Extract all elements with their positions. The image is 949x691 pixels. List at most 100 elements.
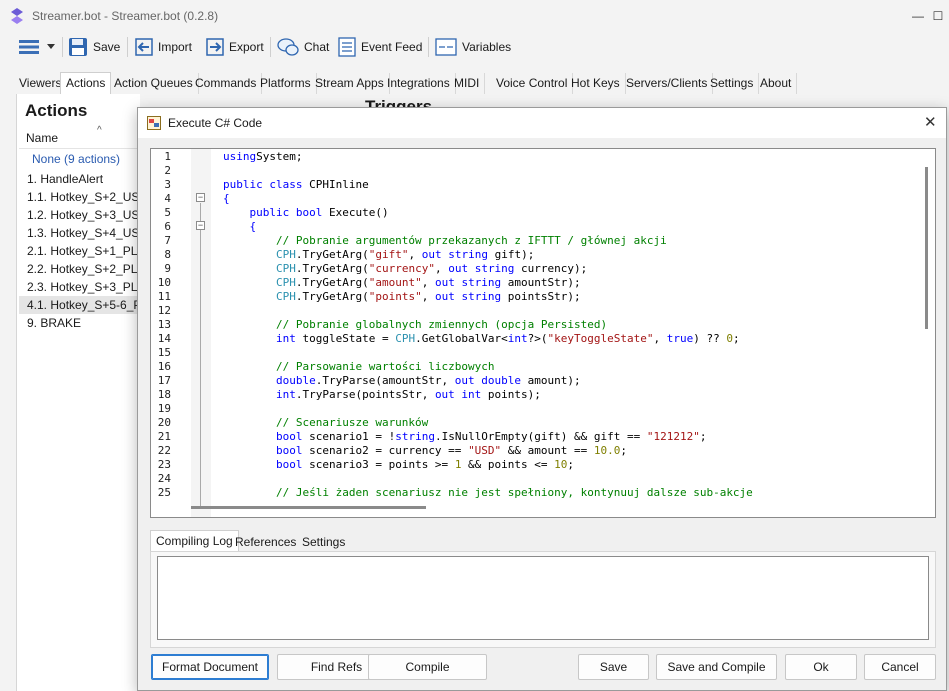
line-number: 25 — [157, 486, 171, 499]
code-token: .TryGetArg( — [295, 290, 369, 303]
code-token: int — [223, 388, 296, 401]
line-number: 12 — [157, 304, 171, 317]
tab-action-queues[interactable]: Action Queues — [109, 73, 199, 94]
tab-settings-dialog[interactable]: Settings — [297, 532, 350, 552]
minimize-button[interactable]: — — [908, 8, 928, 24]
line-number: 14 — [157, 332, 171, 345]
code-token: // Scenariusze warunków — [223, 416, 429, 429]
name-column-header[interactable]: Name — [26, 131, 58, 145]
action-item[interactable]: 2.1. Hotkey_S+1_PLN_ — [19, 242, 141, 260]
line-number: 19 — [157, 402, 171, 415]
save-and-compile-button[interactable]: Save and Compile — [656, 654, 777, 680]
code-token: .TryParse(pointsStr, — [295, 388, 435, 401]
window-title: Streamer.bot - Streamer.bot (0.2.8) — [32, 9, 219, 23]
code-token: && amount == — [501, 444, 594, 457]
code-token: .GetGlobalVar< — [415, 332, 508, 345]
code-line: // Pobranie argumentów przekazanych z IF… — [223, 234, 667, 248]
line-number: 16 — [157, 360, 171, 373]
code-token: public class — [223, 178, 303, 191]
action-item[interactable]: 1.2. Hotkey_S+3_USD_ — [19, 206, 141, 224]
line-number: 7 — [164, 234, 171, 247]
code-line: // Pobranie globalnych zmiennych (opcja … — [223, 318, 607, 332]
action-group-none[interactable]: None (9 actions) — [32, 152, 120, 166]
import-button[interactable]: Import — [135, 35, 192, 59]
fold-toggle-icon[interactable]: − — [196, 221, 205, 230]
tab-integrations[interactable]: Integrations — [382, 73, 456, 94]
vertical-scrollbar[interactable] — [925, 167, 928, 329]
code-token: ; — [733, 332, 740, 345]
tab-stream-apps[interactable]: Stream Apps — [310, 73, 390, 94]
save-button[interactable]: Save — [68, 35, 120, 59]
code-token: , — [653, 332, 667, 345]
tab-midi[interactable]: MIDI — [449, 73, 486, 94]
tab-actions[interactable]: Actions — [60, 72, 112, 94]
compiling-log-panel — [150, 551, 936, 648]
save-dialog-button[interactable]: Save — [578, 654, 649, 680]
tab-references[interactable]: References — [230, 532, 301, 552]
code-token: ; — [567, 458, 575, 471]
line-number: 15 — [157, 346, 171, 359]
ok-button[interactable]: Ok — [785, 654, 857, 680]
variables-button[interactable]: Variables — [435, 35, 511, 59]
line-number: 20 — [157, 416, 171, 429]
code-token: out string — [448, 262, 515, 275]
action-item[interactable]: 1.1. Hotkey_S+2_USD_ — [19, 188, 141, 206]
code-token: // Parsowanie wartości liczbowych — [223, 360, 495, 373]
window-titlebar: Streamer.bot - Streamer.bot (0.2.8) — ☐ — [0, 0, 949, 32]
code-token: currency); — [514, 262, 588, 275]
code-token: CPHInline — [302, 178, 369, 191]
code-line: bool scenario1 = !string.IsNullOrEmpty(g… — [223, 430, 707, 444]
code-token: .TryGetArg( — [295, 276, 369, 289]
tab-settings[interactable]: Settings — [705, 73, 760, 94]
chat-button[interactable]: Chat — [277, 35, 329, 59]
code-token: out int — [434, 388, 482, 401]
dialog-titlebar: Execute C# Code ✕ — [138, 108, 946, 138]
action-item[interactable]: 2.3. Hotkey_S+3_PLN_ — [19, 278, 141, 296]
code-token: points); — [481, 388, 541, 401]
sort-ascending-icon: ^ — [97, 125, 102, 136]
code-text-area[interactable]: usingSystem; public class CPHInline{ publ… — [223, 149, 923, 517]
export-button[interactable]: Export — [206, 35, 264, 59]
tab-commands[interactable]: Commands — [190, 73, 263, 94]
code-token: pointsStr); — [501, 290, 581, 303]
action-item[interactable]: 9. BRAKE — [19, 314, 141, 332]
cancel-button[interactable]: Cancel — [864, 654, 936, 680]
close-button[interactable]: ✕ — [924, 113, 937, 131]
code-token: CPH — [223, 290, 296, 303]
code-token: 10.0 — [593, 444, 621, 457]
actions-list-header[interactable]: Name ^ — [19, 125, 141, 149]
action-item[interactable]: 1. HandleAlert — [19, 170, 141, 188]
action-item-selected[interactable]: 4.1. Hotkey_S+5-6_PLN — [19, 296, 141, 314]
code-token: "currency" — [368, 262, 435, 275]
action-item[interactable]: 2.2. Hotkey_S+2_PLN_ — [19, 260, 141, 278]
tab-hot-keys[interactable]: Hot Keys — [566, 73, 626, 94]
code-editor[interactable]: 1 2 3 4 5 6 7 8 9 10 11 12 13 14 15 16 17 18 19 20 21 22 23 24 2… — [150, 148, 936, 518]
horizontal-scrollbar[interactable] — [191, 506, 426, 509]
code-token: "121212" — [646, 430, 700, 443]
action-item[interactable]: 1.3. Hotkey_S+4_USD_ — [19, 224, 141, 242]
maximize-button[interactable]: ☐ — [928, 8, 948, 24]
tab-about[interactable]: About — [755, 73, 798, 94]
code-token: true — [666, 332, 694, 345]
line-number: 9 — [164, 262, 171, 275]
code-line: // Jeśli żaden scenariusz nie jest spełn… — [223, 486, 753, 500]
line-number: 8 — [164, 248, 171, 261]
code-token: ; — [699, 430, 707, 443]
code-token: CPH — [223, 262, 296, 275]
tab-platforms[interactable]: Platforms — [255, 73, 317, 94]
tab-compiling-log[interactable]: Compiling Log — [150, 530, 239, 552]
compile-button[interactable]: Compile — [368, 654, 487, 680]
event-feed-icon — [338, 37, 356, 57]
tab-voice-control[interactable]: Voice Control — [491, 73, 574, 94]
fold-toggle-icon[interactable]: − — [196, 193, 205, 202]
event-feed-label: Event Feed — [361, 40, 423, 54]
line-number: 6 — [164, 220, 171, 233]
code-token: int — [507, 332, 528, 345]
compiling-log-output[interactable] — [157, 556, 929, 640]
tab-servers-clients[interactable]: Servers/Clients — [621, 73, 714, 94]
code-token: bool — [223, 444, 303, 457]
code-token: out double — [454, 374, 522, 387]
event-feed-button[interactable]: Event Feed — [338, 35, 422, 59]
menu-dropdown-button[interactable] — [18, 35, 55, 59]
format-document-button[interactable]: Format Document — [151, 654, 269, 680]
